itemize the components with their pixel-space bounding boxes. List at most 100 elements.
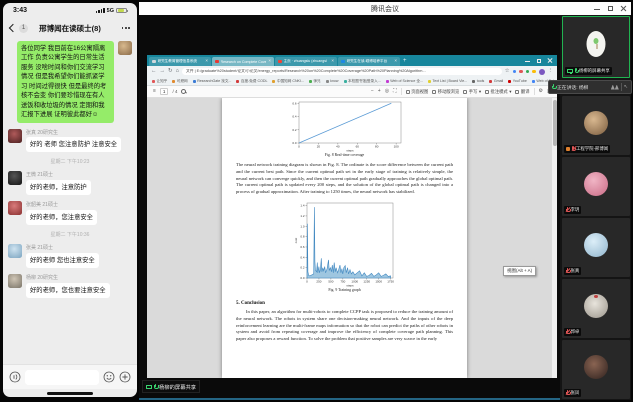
forward-nav-icon[interactable]: →	[160, 69, 166, 75]
fit-page-icon[interactable]: ◎	[385, 89, 389, 94]
new-tab-icon[interactable]: +	[403, 57, 407, 66]
browser-minimize-icon[interactable]	[525, 58, 530, 63]
emoji-icon[interactable]	[103, 371, 115, 383]
bookmark-item[interactable]: Web of Science 全...	[386, 79, 423, 84]
bookmark-item[interactable]: 本校图书馆|登录入...	[344, 79, 381, 84]
bookmark-item[interactable]: Text List | Board Vie...	[428, 79, 467, 83]
minimize-icon[interactable]	[594, 6, 600, 12]
url-input[interactable]: 文件 | E:/graduate%20student/论文/小论文/energy…	[182, 68, 502, 76]
browser-tab[interactable]: 研究生教育管理信息系统 ×	[149, 57, 211, 66]
browser-maximize-icon[interactable]	[536, 58, 541, 63]
annotate-tool[interactable]: 批注模式▾	[485, 89, 511, 95]
plus-icon[interactable]	[119, 371, 131, 383]
message-bubble: 好的老师，您也要注意安全	[26, 283, 110, 298]
participant-name: 张真	[571, 268, 580, 274]
translate-tool[interactable]: 翻译	[515, 89, 529, 95]
close-icon[interactable]	[620, 6, 626, 12]
tab-close-icon[interactable]: ×	[331, 59, 334, 64]
monitor-icon	[146, 385, 152, 389]
browser-close-icon[interactable]	[547, 58, 552, 63]
bookmark-star-icon[interactable]: ☆	[505, 69, 510, 75]
browser-tab-active[interactable]: Research on Complete Coverag ×	[212, 57, 274, 66]
back-nav-icon[interactable]: ←	[151, 69, 157, 75]
svg-text:1.0: 1.0	[300, 224, 305, 228]
fullscreen-icon[interactable]: ⛶	[393, 89, 397, 94]
extension-icon[interactable]	[532, 70, 536, 74]
pdf-document-area[interactable]: 0204060801000.00.20.40.6steps Fig. 8 Rea…	[147, 98, 557, 378]
avatar[interactable]	[8, 244, 22, 258]
svg-text:0.2: 0.2	[300, 266, 305, 270]
bookmark-item[interactable]: 百度-免费 CODL	[236, 79, 267, 84]
svg-text:1500: 1500	[375, 279, 382, 283]
search-icon[interactable]	[181, 89, 186, 94]
bookmark-item[interactable]: know	[326, 79, 339, 83]
svg-text:0.6: 0.6	[300, 245, 305, 249]
browser-tab[interactable]: 主页 · zhuangslu (zhuangsl ×	[275, 57, 337, 66]
screenshot-root: 3:43 5G 1 邢博闻在读硕士(8) 各位同学 我目前在16公寓隔离工作 负…	[0, 0, 633, 402]
handwriting-tool[interactable]: 手写▾	[463, 89, 481, 95]
figure-8-caption: Fig. 8 Real-time coverage	[222, 153, 467, 157]
tab-close-icon[interactable]: ×	[394, 59, 397, 64]
extension-icon[interactable]	[519, 70, 523, 74]
participant-tile[interactable]: 杨柳的屏幕共享	[562, 16, 630, 78]
host-badge-icon	[566, 147, 570, 151]
screen-share-badge: 杨柳的屏幕共享	[142, 380, 200, 393]
bookmark-item[interactable]: 中国知网 CNKI...	[272, 79, 303, 84]
participant-avatar	[584, 294, 608, 318]
zoom-out-icon[interactable]: −	[371, 89, 374, 94]
browser-tab[interactable]: 研究生在读-硕博培养平台 ×	[338, 57, 400, 66]
participant-tile[interactable]: 工程学院-邢博闻	[562, 96, 630, 155]
bookmark-item[interactable]: tools	[472, 79, 484, 83]
avatar[interactable]	[8, 171, 22, 185]
home-indicator[interactable]	[47, 392, 93, 395]
tab-favicon	[278, 60, 282, 64]
menu-kebab-icon[interactable]: ⋮	[548, 69, 554, 75]
bookmark-item[interactable]: 让知乎	[152, 79, 167, 84]
avatar[interactable]	[8, 201, 22, 215]
page-view-tool[interactable]: 页面视图	[406, 89, 429, 95]
collapse-arrow-icon[interactable]: ↖	[624, 85, 628, 90]
extension-icon[interactable]	[513, 70, 517, 74]
participant-tile[interactable]: 张凤	[562, 340, 630, 399]
pdf-page: 0204060801000.00.20.40.6steps Fig. 8 Rea…	[222, 98, 467, 378]
mic-on-icon	[154, 384, 157, 390]
profile-avatar[interactable]	[539, 69, 545, 75]
bookmark-item[interactable]: Gmail	[489, 79, 503, 83]
page-number-input[interactable]: 1	[160, 88, 169, 95]
participant-name: 张凤	[571, 390, 580, 396]
page-total: / 4	[172, 89, 177, 94]
voice-icon[interactable]	[9, 371, 21, 383]
avatar[interactable]	[118, 41, 132, 55]
meeting-title-bar[interactable]: 腾讯会议	[139, 2, 631, 15]
participant-tile[interactable]: 李玥	[562, 157, 630, 216]
bookmark-item[interactable]: YouTube	[508, 79, 527, 83]
speaking-indicator-bar[interactable]: 正在讲话: 杨柳 ↖	[548, 80, 632, 94]
mic-on-icon	[575, 68, 578, 74]
tab-close-icon[interactable]: ×	[205, 59, 208, 64]
zoom-in-icon[interactable]: +	[378, 89, 381, 94]
bookmark-favicon	[309, 80, 312, 83]
svg-text:40: 40	[336, 145, 340, 149]
bookmark-item[interactable]: 可燃网	[172, 79, 187, 84]
document-scrollbar[interactable]	[552, 98, 557, 378]
tab-close-icon[interactable]: ×	[268, 59, 271, 64]
avatar[interactable]	[8, 129, 22, 143]
bookmark-item[interactable]: 师兄	[309, 79, 321, 84]
screen-share-icon	[567, 69, 573, 73]
screen-share-area: 研究生教育管理信息系统 × Research on Complete Cover…	[139, 15, 560, 400]
message-input[interactable]	[25, 370, 99, 385]
participant-tile[interactable]: 张真	[562, 218, 630, 277]
maximize-icon[interactable]	[607, 6, 613, 12]
sidebar-toggle-icon[interactable]: ≡	[153, 89, 156, 94]
avatar[interactable]	[8, 274, 22, 288]
bookmark-item[interactable]: ResearchGate 找文...	[193, 79, 232, 84]
extension-icon[interactable]	[526, 70, 530, 74]
home-icon[interactable]: ⌂	[176, 69, 179, 75]
participant-tile[interactable]: 郭卓	[562, 279, 630, 338]
browser-address-bar: ← → ↻ ⌂ 文件 | E:/graduate%20student/论文/小论…	[147, 66, 557, 77]
refresh-icon[interactable]: ↻	[168, 69, 173, 75]
mobile-layout-tool[interactable]: 移动版浏览	[432, 89, 459, 95]
sender-name: 王微 21硕士	[26, 171, 91, 178]
chat-message-list[interactable]: 各位同学 我目前在16公寓隔离工作 负责公寓学生的日常生活服务 没啥时间和你们交…	[3, 38, 137, 363]
settings-gear-icon[interactable]: ⚙	[539, 89, 543, 94]
